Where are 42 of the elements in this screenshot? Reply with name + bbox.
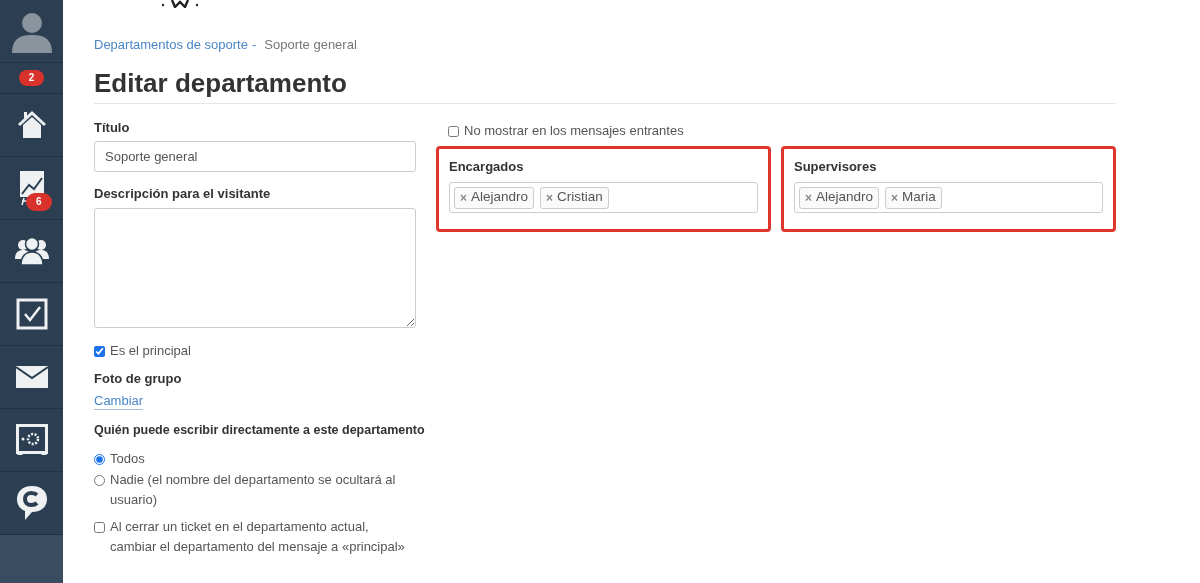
field-label: Foto de grupo — [94, 370, 183, 387]
tag-label: Alejandro — [471, 188, 529, 207]
notification-badge: 2 — [18, 70, 45, 86]
radio-label: Todos — [110, 450, 145, 468]
checkbox[interactable] — [94, 345, 105, 357]
field-label: Descripción para el visitante — [94, 185, 272, 202]
field-label: Título — [94, 119, 131, 136]
tag-label: Cristian — [557, 188, 603, 207]
remove-tag-button[interactable]: × — [805, 188, 812, 207]
breadcrumb-separator: - — [251, 36, 257, 54]
checkbox-icon[interactable] — [15, 298, 48, 330]
field-label: Quién puede escribir directamente a este departamento — [94, 422, 425, 438]
breadcrumb-link[interactable]: Departamentos de soporte — [94, 35, 248, 55]
tag-label: Maria — [902, 188, 936, 207]
tag-input-field[interactable]: × Alejandro × Maria — [794, 182, 1103, 213]
remove-tag-button[interactable]: × — [891, 188, 899, 207]
field-label: Encargados — [449, 157, 525, 176]
breadcrumb-current: Soporte general — [264, 36, 357, 54]
people-icon[interactable] — [14, 237, 49, 265]
radio-button[interactable] — [94, 475, 105, 486]
checkbox-label: Al cerrar un ticket en el departamento actual, cambiar el departamento del mensaje a «principal» — [110, 518, 406, 556]
radio-label: Nadie (el nombre del departamento se ocultará al usuario) — [110, 471, 396, 509]
checkbox[interactable] — [94, 522, 105, 533]
sidebar-footer — [0, 535, 63, 583]
page-title: Editar departamento — [94, 66, 1116, 104]
remove-tag-button[interactable]: × — [546, 188, 554, 207]
input-field[interactable]: Soporte general — [94, 140, 416, 172]
checkbox-label: No mostrar en los mensajes entrantes — [464, 121, 684, 140]
chat-icon[interactable] — [15, 485, 48, 521]
tag-input-field[interactable]: × Alejandro × Cristian — [449, 182, 758, 213]
tag-label: Alejandro — [816, 188, 874, 207]
mail-icon[interactable] — [15, 366, 48, 388]
radio-button[interactable] — [94, 454, 105, 465]
remove-tag-button[interactable]: × — [460, 188, 467, 207]
safe-icon[interactable] — [15, 424, 48, 456]
home-icon[interactable] — [15, 109, 48, 141]
logo-icon — [160, 0, 200, 8]
notification-badge: 6 — [26, 193, 52, 211]
field-label: Supervisores — [794, 157, 878, 176]
change-link[interactable]: Cambiar — [94, 392, 144, 410]
checkbox[interactable] — [448, 125, 459, 137]
checkbox-label: Es el principal — [110, 341, 191, 360]
